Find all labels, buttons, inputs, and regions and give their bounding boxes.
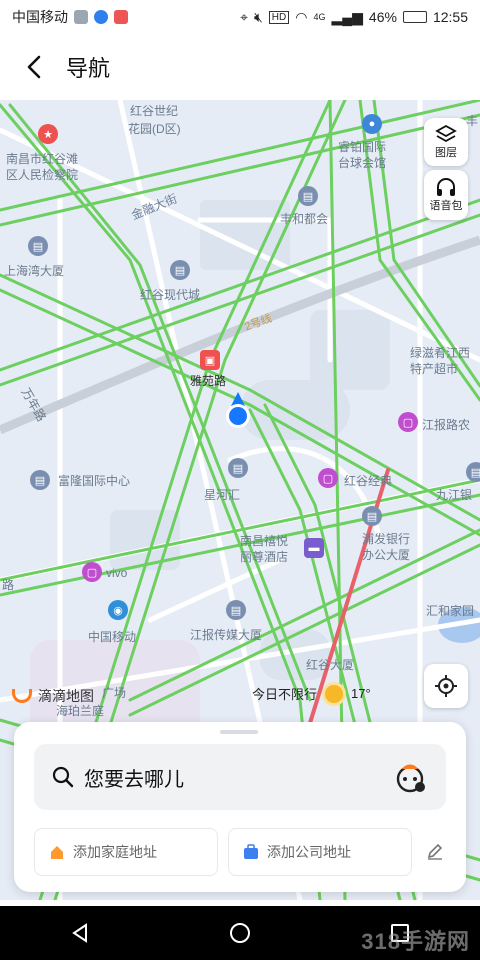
map-label: 红谷经典 — [344, 474, 393, 488]
building-poi-icon[interactable]: ▤ — [30, 470, 50, 490]
sports-poi-icon[interactable]: ● — [362, 114, 382, 134]
add-company-button[interactable]: 添加公司地址 — [228, 828, 412, 876]
search-icon — [52, 766, 74, 788]
map-label: 路 — [2, 578, 15, 592]
add-home-button[interactable]: 添加家庭地址 — [34, 828, 218, 876]
signal-label: 4G — [313, 12, 326, 22]
map-label: 区人民检察院 — [6, 168, 79, 182]
chevron-left-icon — [27, 55, 41, 79]
map-label: 红谷世纪 — [130, 104, 179, 118]
wifi-icon: ◠ — [295, 8, 308, 25]
home-icon — [51, 846, 63, 859]
edit-button[interactable] — [426, 842, 444, 865]
building-poi-icon[interactable]: ▤ — [228, 458, 248, 478]
map-label: 江报传媒大厦 — [190, 628, 263, 642]
hd-badge: HD — [268, 10, 290, 24]
map-label: 广场 — [102, 686, 127, 700]
locate-me-button[interactable] — [424, 664, 468, 708]
wechat-icon — [74, 10, 88, 24]
building-poi-icon[interactable]: ▤ — [362, 506, 382, 526]
map-label: 中国移动 — [88, 630, 137, 644]
map-label: 浦发银行 — [362, 532, 411, 546]
layers-button[interactable]: 图层 — [424, 118, 468, 166]
brand-logo: 滴滴地图 — [12, 686, 94, 706]
search-panel: 您要去哪儿 添加家庭地址 添加公司地址 — [14, 722, 466, 892]
building-poi-icon[interactable]: ▤ — [466, 462, 480, 482]
status-bar: 中国移动 ⌖ 🔇︎ HD ◠ 4G ▂▄▆ 46% 12:55 — [0, 0, 480, 34]
battery-icon — [402, 11, 427, 23]
map-label: 丽尊酒店 — [240, 550, 289, 564]
location-pin-icon: ⌖ — [240, 8, 248, 25]
weather-info: 今日不限行 17° — [252, 684, 371, 703]
assistant-robot-icon[interactable] — [392, 759, 428, 795]
shop-poi-icon[interactable]: ▢ — [318, 468, 338, 488]
brand-name: 滴滴地图 — [38, 688, 94, 704]
mute-icon: 🔇︎ — [253, 8, 263, 25]
page-title: 导航 — [66, 56, 111, 81]
traffic-restriction-text: 今日不限行 — [252, 687, 318, 702]
map-label: 睿铂国际 — [338, 140, 387, 154]
building-poi-icon[interactable]: ▤ — [298, 186, 318, 206]
hotel-poi-icon[interactable]: ▬ — [304, 538, 324, 558]
map-label: 红谷大厦 — [306, 658, 355, 672]
search-placeholder: 您要去哪儿 — [84, 768, 184, 791]
map-label: 台球会馆 — [338, 156, 387, 170]
briefcase-icon — [244, 844, 258, 859]
voice-pack-label: 语音包 — [429, 200, 463, 212]
watermark: 318手游网 — [361, 929, 470, 954]
sun-icon — [325, 684, 344, 703]
gift-icon — [114, 10, 128, 24]
didi-logo-icon — [12, 689, 32, 703]
building-poi-icon[interactable]: ▤ — [28, 236, 48, 256]
home-circle-icon[interactable] — [228, 921, 252, 945]
headphones-icon — [437, 178, 455, 196]
temperature: 17° — [351, 686, 371, 701]
map-label: 九江银 — [436, 488, 473, 502]
map-label: 星河汇 — [204, 488, 241, 502]
voice-pack-button[interactable]: 语音包 — [424, 170, 468, 220]
drag-handle[interactable] — [220, 730, 258, 734]
star-poi-icon[interactable]: ★ — [38, 124, 58, 144]
pencil-icon — [427, 843, 443, 860]
building-poi-icon[interactable]: ▤ — [170, 260, 190, 280]
building-poi-icon[interactable]: ▤ — [226, 600, 246, 620]
clock: 12:55 — [432, 9, 468, 25]
map-label: 丰和都会 — [280, 212, 329, 226]
add-home-label: 添加家庭地址 — [73, 844, 157, 860]
back-triangle-icon[interactable] — [69, 922, 91, 944]
layers-label: 图层 — [435, 147, 457, 159]
signal-icon: ▂▄▆ — [331, 8, 363, 25]
map-label: 富隆国际中心 — [58, 474, 131, 488]
map-label: 绿滋肴江西 — [410, 346, 471, 360]
destination-search-box[interactable]: 您要去哪儿 — [34, 744, 446, 810]
crosshair-icon — [435, 675, 457, 697]
telecom-poi-icon[interactable]: ◉ — [108, 600, 128, 620]
map-label: 南昌市红谷滩 — [6, 152, 79, 166]
metro-station-icon[interactable]: ▣ — [200, 350, 220, 370]
map-label: 上海湾大厦 — [4, 264, 65, 278]
map-label: 雅苑路 — [190, 374, 227, 388]
map-label: 红谷现代城 — [140, 288, 201, 302]
shop-poi-icon[interactable]: ▢ — [398, 412, 418, 432]
map-label: vivo — [106, 566, 128, 580]
map-label: 江报路农 — [422, 418, 471, 432]
map-label: 花园(D区) — [128, 122, 181, 136]
map-label: 汇和家园 — [426, 604, 475, 618]
map-label: 南昌禧悦 — [240, 534, 289, 548]
shop-poi-icon[interactable]: ▢ — [82, 562, 102, 582]
map-label: 办公大厦 — [362, 548, 411, 562]
add-company-label: 添加公司地址 — [267, 844, 351, 860]
carrier-label: 中国移动 — [12, 9, 68, 25]
top-bar: 导航 — [0, 34, 480, 100]
layers-icon — [435, 124, 457, 143]
map-label: 特产超市 — [410, 362, 459, 376]
battery-percent: 46% — [368, 9, 397, 25]
back-button[interactable] — [20, 53, 48, 81]
app-icon — [94, 10, 108, 24]
